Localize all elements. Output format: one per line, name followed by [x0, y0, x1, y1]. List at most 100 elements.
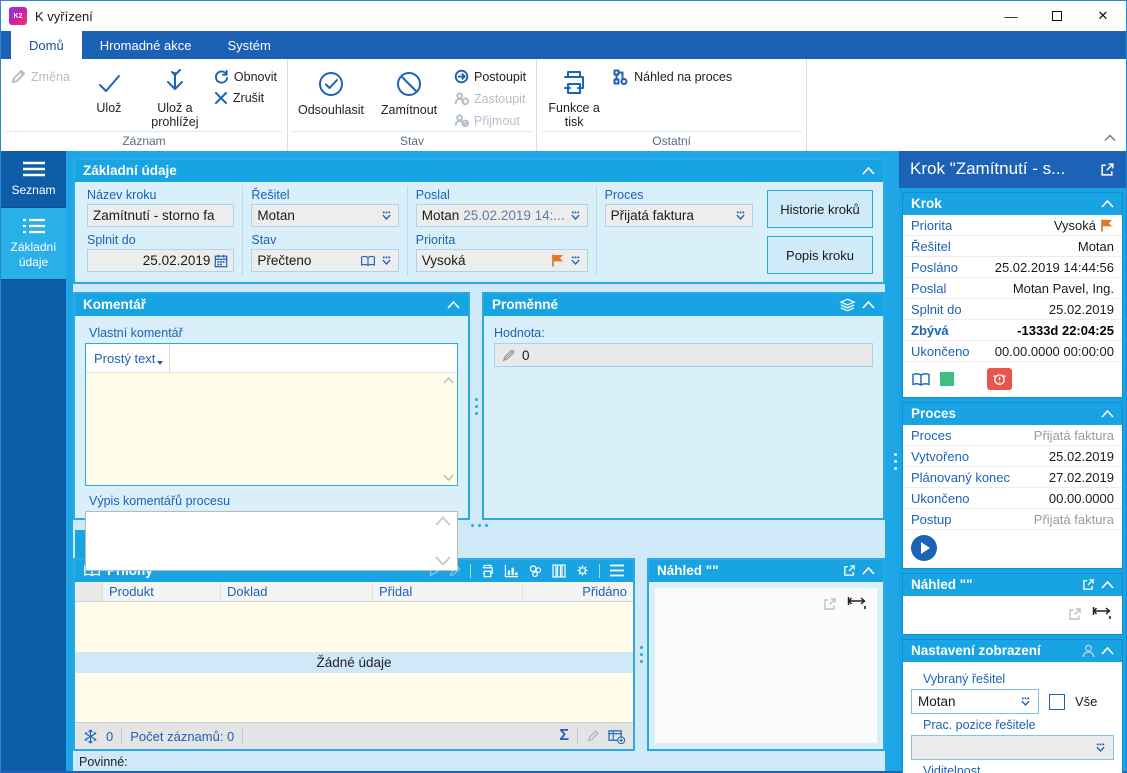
- run-icon[interactable]: [428, 564, 440, 577]
- nahled-preview-area: [655, 588, 877, 743]
- krok-collapse-button[interactable]: [1101, 199, 1114, 208]
- historie-kroku-button[interactable]: Historie kroků: [767, 190, 873, 228]
- prijmout-button[interactable]: Přijmout: [448, 113, 532, 128]
- priorita-combo[interactable]: Vysoká: [415, 249, 588, 272]
- fit-width-icon[interactable]: [847, 596, 867, 611]
- poslal-combo[interactable]: Motan 25.02.2019 14:...: [415, 204, 588, 227]
- column-produkt[interactable]: Produkt: [103, 582, 221, 601]
- sidebar-item-seznam[interactable]: Seznam: [1, 151, 66, 209]
- proces-combo[interactable]: Přijatá faktura: [604, 204, 753, 227]
- komentar-collapse-button[interactable]: [447, 300, 460, 309]
- tab-hromadne-akce[interactable]: Hromadné akce: [82, 31, 210, 59]
- tab-system[interactable]: Systém: [209, 31, 288, 59]
- layers-icon[interactable]: [839, 298, 856, 312]
- calendar-icon: [215, 254, 228, 267]
- open-book-icon[interactable]: [911, 372, 931, 387]
- sum-button[interactable]: Σ: [559, 727, 569, 745]
- zastoupit-button[interactable]: Zastoupit: [448, 91, 532, 106]
- postoupit-button[interactable]: Postoupit: [448, 69, 532, 84]
- uloz-a-prohlizej-button[interactable]: Ulož a prohlížej: [142, 61, 208, 131]
- sidebar-item-zakladni-udaje[interactable]: Základní údaje: [1, 208, 66, 281]
- open-book-icon: [360, 255, 375, 266]
- column-doklad[interactable]: Doklad: [221, 582, 373, 601]
- popout-icon[interactable]: [823, 597, 837, 611]
- splnit-do-label: Splnit do: [87, 233, 136, 247]
- add-record-icon[interactable]: [608, 729, 625, 744]
- ribbon-group-zaznam: Změna Ulož Ulož a prohlížej Obnovit Zruš…: [1, 59, 288, 151]
- zmena-button[interactable]: Změna: [5, 69, 76, 84]
- proces-row-ukonceno: Ukončeno 00.00.0000: [903, 488, 1122, 509]
- empty-row-band: [75, 602, 633, 652]
- editor-scrollbar[interactable]: [443, 377, 454, 481]
- prac-pozice-combo[interactable]: [911, 735, 1114, 760]
- combo-dropdown-icon: [736, 210, 745, 220]
- hodnota-input[interactable]: 0: [494, 343, 873, 367]
- scroll-up-icon: [435, 516, 451, 526]
- person-icon[interactable]: [1082, 644, 1095, 658]
- edit-pencil-icon[interactable]: [586, 729, 600, 743]
- overdue-alarm-icon: [987, 368, 1012, 390]
- settings-gear-icon[interactable]: [575, 564, 590, 578]
- edit-pencil-icon[interactable]: [449, 565, 461, 577]
- nastaveni-collapse-button[interactable]: [1101, 646, 1114, 655]
- vertical-splitter[interactable]: [635, 558, 647, 751]
- forward-circle-icon: [454, 69, 469, 84]
- reject-circle-slash-icon: [397, 72, 421, 96]
- komentar-textarea[interactable]: [86, 373, 457, 485]
- vse-checkbox[interactable]: [1049, 693, 1065, 710]
- zakladni-collapse-button[interactable]: [862, 166, 875, 175]
- proces-collapse-button[interactable]: [1101, 409, 1114, 418]
- vypis-komentaru-listbox[interactable]: [85, 511, 458, 571]
- nazev-kroku-input[interactable]: Zamítnutí - storno fa: [87, 204, 235, 227]
- splnit-do-date-input[interactable]: 25.02.2019: [87, 249, 235, 272]
- vybrany-resitel-combo[interactable]: Motan: [911, 689, 1039, 714]
- hamburger-list-icon: [22, 161, 45, 177]
- minimize-button[interactable]: —: [988, 1, 1034, 31]
- listbox-scrollbar[interactable]: [435, 516, 451, 566]
- promenne-collapse-button[interactable]: [862, 300, 875, 309]
- empty-field-cell: [597, 231, 761, 276]
- popout-icon[interactable]: [1082, 578, 1095, 591]
- columns-icon[interactable]: [552, 563, 566, 578]
- chart-icon[interactable]: [504, 564, 519, 578]
- popis-kroku-button[interactable]: Popis kroku: [767, 236, 873, 274]
- popout-icon[interactable]: [1068, 607, 1082, 621]
- ribbon-group-ostatni: Funkce a tisk Náhled na proces Ostatní: [537, 59, 808, 151]
- resitel-combo[interactable]: Motan: [251, 204, 399, 227]
- tab-domu[interactable]: Domů: [11, 31, 82, 59]
- print-icon[interactable]: [480, 564, 495, 578]
- maximize-button[interactable]: [1034, 1, 1080, 31]
- obnovit-button[interactable]: Obnovit: [208, 69, 283, 84]
- vertical-splitter[interactable]: [470, 292, 482, 520]
- refresh-icon: [214, 69, 228, 84]
- funkce-a-tisk-button[interactable]: Funkce a tisk: [541, 61, 607, 131]
- main-right-splitter[interactable]: [892, 151, 899, 771]
- zrusit-button[interactable]: Zrušit: [208, 91, 283, 105]
- prilohy-grid-header: Produkt Doklad Přidal Přidáno: [75, 582, 633, 602]
- ribbon-collapse-button[interactable]: [1104, 130, 1116, 145]
- close-button[interactable]: ✕: [1080, 1, 1126, 31]
- popout-icon[interactable]: [1100, 162, 1115, 177]
- column-pridano[interactable]: Přidáno: [523, 582, 633, 601]
- gears-icon[interactable]: [528, 564, 543, 578]
- prosty-text-button[interactable]: Prostý text: [94, 344, 171, 372]
- odsouhlasit-button[interactable]: Odsouhlasit: [292, 61, 370, 131]
- nahled-na-proces-button[interactable]: Náhled na proces: [607, 69, 738, 85]
- nastaveni-title: Nastavení zobrazení: [911, 643, 1041, 658]
- column-pridal[interactable]: Přidal: [373, 582, 523, 601]
- vypis-komentaru-label: Výpis komentářů procesu: [89, 494, 231, 508]
- left-sidebar: Seznam Základní údaje: [1, 151, 66, 771]
- nahled-collapse-button[interactable]: [862, 566, 875, 575]
- fit-width-icon[interactable]: [1092, 606, 1112, 621]
- zakladni-udaje-panel: Základní údaje Název kroku Zamítnutí - s…: [73, 158, 885, 284]
- row-selector-column: [75, 582, 103, 601]
- stav-combo[interactable]: Přečteno: [251, 249, 399, 272]
- prilohy-grid-body[interactable]: Žádné údaje: [75, 602, 633, 722]
- right-nahled-collapse-button[interactable]: [1101, 580, 1114, 589]
- uloz-button[interactable]: Ulož: [76, 61, 142, 131]
- process-play-button[interactable]: [911, 535, 937, 561]
- zamitnout-button[interactable]: Zamítnout: [370, 61, 448, 131]
- popout-icon[interactable]: [843, 564, 856, 577]
- menu-icon[interactable]: [609, 564, 625, 577]
- snowflake-filter-icon[interactable]: [83, 729, 98, 744]
